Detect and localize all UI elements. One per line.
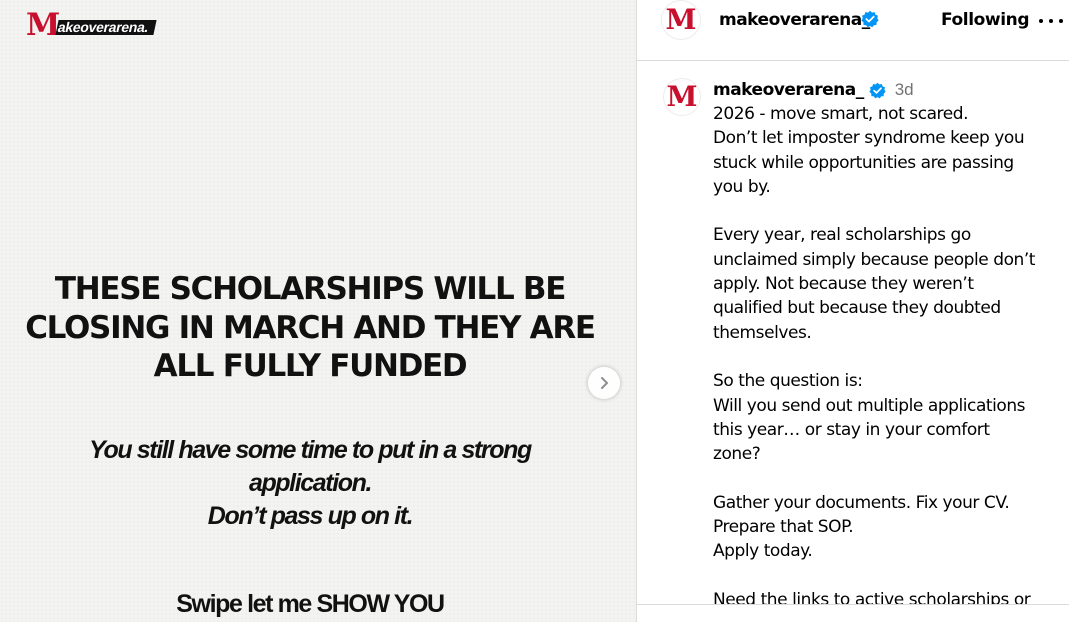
more-dot (1039, 19, 1043, 23)
more-dot (1059, 19, 1063, 23)
brand-logo-initial: M (26, 7, 60, 43)
avatar-letter: M (666, 80, 698, 113)
post-header: M makeoverarena_ Following (637, 0, 1069, 61)
caption-line: Every year, real scholarships go (713, 225, 971, 246)
caption-username[interactable]: makeoverarena_ (713, 80, 864, 100)
media-subtext-line: Don’t pass up on it. (207, 502, 414, 530)
caption-line: Need the links to active scholarships or (713, 589, 1031, 604)
caption-header: makeoverarena_ 3d (713, 79, 914, 101)
caption-line: unclaimed simply because people don’t (713, 249, 1036, 270)
caption-line: you by. (713, 176, 771, 197)
bottom-divider (637, 604, 1069, 622)
brand-logo-text: akeoverarena. (55, 19, 158, 35)
verified-badge-icon (861, 10, 879, 28)
more-options-icon[interactable] (1039, 12, 1063, 30)
caption-line: Apply today. (713, 541, 813, 562)
caption-line: zone? (713, 444, 761, 465)
caption-line: So the question is: (713, 371, 863, 392)
media-subtext-line: You still have some time to put in a str… (89, 436, 532, 464)
post-timestamp[interactable]: 3d (895, 80, 914, 100)
post-media[interactable]: M akeoverarena. THESE SCHOLARSHIPS WILL … (0, 0, 636, 622)
media-heading: THESE SCHOLARSHIPS WILL BE CLOSING IN MA… (0, 270, 620, 386)
caption-avatar[interactable]: M (663, 78, 701, 116)
media-heading-line: THESE SCHOLARSHIPS WILL BE (54, 271, 567, 307)
caption-line: Don’t let imposter syndrome keep you (713, 128, 1025, 149)
caption-line: 2026 - move smart, not scared. (713, 104, 969, 124)
following-button[interactable]: Following (941, 10, 1030, 30)
caption-line: apply. Not because they weren’t (713, 274, 974, 295)
caption-line: themselves. (713, 322, 812, 343)
media-heading-line: CLOSING IN MARCH AND THEY ARE (25, 309, 596, 346)
caption-line: Prepare that SOP. (713, 517, 854, 538)
caption-line: Will you send out multiple applications (713, 395, 1026, 416)
verified-badge-icon (869, 82, 886, 98)
brand-logo: M akeoverarena. (26, 7, 158, 43)
media-swipe-text: Swipe let me SHOW YOU (176, 590, 445, 618)
media-subtext: You still have some time to put in a str… (0, 434, 620, 533)
caption-text: 2026 - move smart, not scared. Don’t let … (713, 102, 1053, 604)
media-subtext-line: application. (248, 469, 373, 497)
post-sidebar: M makeoverarena_ Following M makeoverare… (636, 0, 1069, 622)
avatar-letter: M (665, 3, 697, 36)
media-heading-line: ALL FULLY FUNDED (153, 348, 468, 384)
chevron-right-icon (601, 377, 608, 389)
carousel-next-button[interactable] (588, 367, 620, 399)
avatar[interactable]: M (661, 0, 701, 40)
caption-line: this year… or stay in your comfort (713, 419, 990, 440)
caption-area[interactable]: M makeoverarena_ 3d 2026 - move smart, n… (637, 62, 1069, 604)
more-dot (1049, 19, 1053, 23)
caption-line: Gather your documents. Fix your CV. (713, 492, 1010, 513)
caption-line: qualified but because they doubted (713, 298, 1001, 319)
caption-line: stuck while opportunities are passing (713, 152, 1014, 173)
header-username[interactable]: makeoverarena_ (719, 10, 870, 30)
